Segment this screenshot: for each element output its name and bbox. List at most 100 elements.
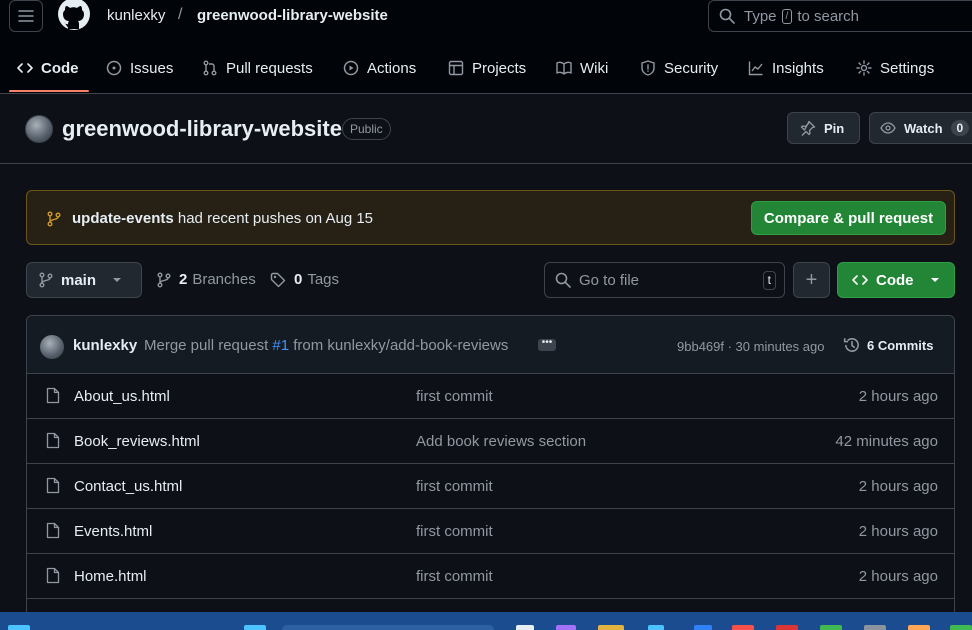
commit-message-suffix: from kunlexky/add-book-reviews [293,337,509,354]
pin-icon [800,120,816,136]
commit-hash-time[interactable]: 9bb469f · 30 minutes ago [677,339,824,354]
repo-nav: Code Issues Pull requests Actions Projec… [0,42,972,94]
tab-projects-label: Projects [472,59,527,77]
commit-message[interactable]: Merge pull request #1 from kunlexky/add-… [144,337,508,354]
start-icon[interactable] [8,625,30,630]
file-name[interactable]: Book_reviews.html [74,433,200,450]
commits-link[interactable]: 6 Commits [843,336,933,354]
taskbar-app-icon[interactable] [908,625,930,630]
file-commit-time: 2 hours ago [858,388,938,405]
tab-wiki[interactable]: Wiki [556,56,608,80]
watch-button[interactable]: Watch 0 [869,112,972,144]
tab-security[interactable]: Security [640,56,718,80]
tab-code-label: Code [41,59,79,77]
taskbar-app-icon[interactable] [556,625,576,630]
menu-button[interactable] [9,0,43,32]
windows-icon[interactable] [244,625,266,630]
branches-count: 2 [179,271,188,288]
tab-insights[interactable]: Insights [748,56,824,80]
shield-icon [641,60,655,76]
taskbar-app-icon[interactable] [950,625,972,630]
tab-code[interactable]: Code [17,56,79,80]
branch-icon [157,272,171,287]
tab-actions[interactable]: Actions [343,56,416,80]
go-to-file-input[interactable]: Go to file t [544,262,785,298]
branch-name: main [61,271,97,289]
branch-icon [39,272,53,288]
tags-count: 0 [294,271,303,288]
file-row[interactable]: Contact_us.html first commit 2 hours ago [27,464,954,509]
file-commit-message[interactable]: first commit [416,388,493,405]
banner-text: update-events had recent pushes on Aug 1… [72,210,373,227]
file-row[interactable]: About_us.html first commit 2 hours ago [27,374,954,419]
commit-expand-button[interactable]: ••• [538,338,556,351]
tab-projects[interactable]: Projects [448,56,526,80]
commit-pr-link[interactable]: #1 [272,337,289,354]
visibility-badge: Public [342,118,391,140]
taskbar-app-icon[interactable] [864,625,886,630]
code-icon [852,275,868,285]
file-commit-time: 2 hours ago [858,568,938,585]
tab-security-label: Security [664,59,719,77]
pull-request-icon [203,60,217,76]
taskbar-app-icon[interactable] [820,625,842,630]
branch-icon [47,211,61,227]
tag-icon [270,272,286,287]
taskbar-app-icon[interactable] [694,625,712,630]
search-suffix: to search [797,7,860,25]
taskbar-app-icon[interactable] [776,625,798,630]
file-icon [46,432,60,449]
code-icon [17,63,33,73]
file-commit-message[interactable]: first commit [416,523,493,540]
taskbar-app-icon[interactable] [732,625,754,630]
play-icon [343,60,359,76]
file-icon [46,567,60,584]
active-tab-indicator [9,90,89,92]
file-commit-time: 2 hours ago [858,478,938,495]
tab-settings[interactable]: Settings [856,56,934,80]
file-commit-message[interactable]: Add book reviews section [416,433,586,450]
taskbar-app-icon[interactable] [516,625,534,630]
search-shortcut-key: / [781,8,793,24]
graph-icon [748,61,763,76]
tab-issues[interactable]: Issues [106,56,173,80]
file-row[interactable]: Home.html first commit 2 hours ago [27,554,954,599]
banner-branch[interactable]: update-events [72,210,174,227]
table-icon [448,60,464,76]
breadcrumb-owner[interactable]: kunlexky [107,7,165,24]
owner-avatar[interactable] [25,115,53,143]
pin-button[interactable]: Pin [787,112,860,144]
repo-title[interactable]: greenwood-library-website [62,116,342,142]
file-name[interactable]: Home.html [74,568,147,585]
search-prefix: Type [744,7,777,25]
tab-insights-label: Insights [772,59,824,77]
folder-icon[interactable] [598,625,624,630]
code-button-label: Code [876,271,914,289]
file-commit-message[interactable]: first commit [416,568,493,585]
file-commit-message[interactable]: first commit [416,478,493,495]
file-name[interactable]: About_us.html [74,388,170,405]
taskbar-search-icon[interactable] [282,625,494,630]
file-browser: kunlexky Merge pull request #1 from kunl… [26,315,955,630]
commit-author[interactable]: kunlexky [73,337,137,354]
search-icon [555,272,571,288]
tags-link[interactable]: 0 Tags [270,271,339,288]
global-search[interactable]: Type / to search [708,0,972,32]
file-row[interactable]: Events.html first commit 2 hours ago [27,509,954,554]
code-dropdown-button[interactable]: Code [837,262,955,298]
commit-author-avatar[interactable] [40,335,64,359]
file-name[interactable]: Events.html [74,523,152,540]
breadcrumb-repo[interactable]: greenwood-library-website [197,7,388,24]
os-taskbar [0,612,972,630]
taskbar-app-icon[interactable] [648,625,664,630]
compare-pull-request-button[interactable]: Compare & pull request [751,201,946,235]
github-logo-icon[interactable] [57,0,91,32]
file-name[interactable]: Contact_us.html [74,478,182,495]
branch-selector[interactable]: main [26,262,142,298]
file-row[interactable]: Book_reviews.html Add book reviews secti… [27,419,954,464]
tab-pull-requests[interactable]: Pull requests [202,56,313,80]
branches-link[interactable]: 2 Branches [157,271,256,288]
branches-label: Branches [192,271,256,288]
top-header: kunlexky / greenwood-library-website Typ… [0,0,972,42]
add-file-button[interactable]: + [793,262,830,298]
